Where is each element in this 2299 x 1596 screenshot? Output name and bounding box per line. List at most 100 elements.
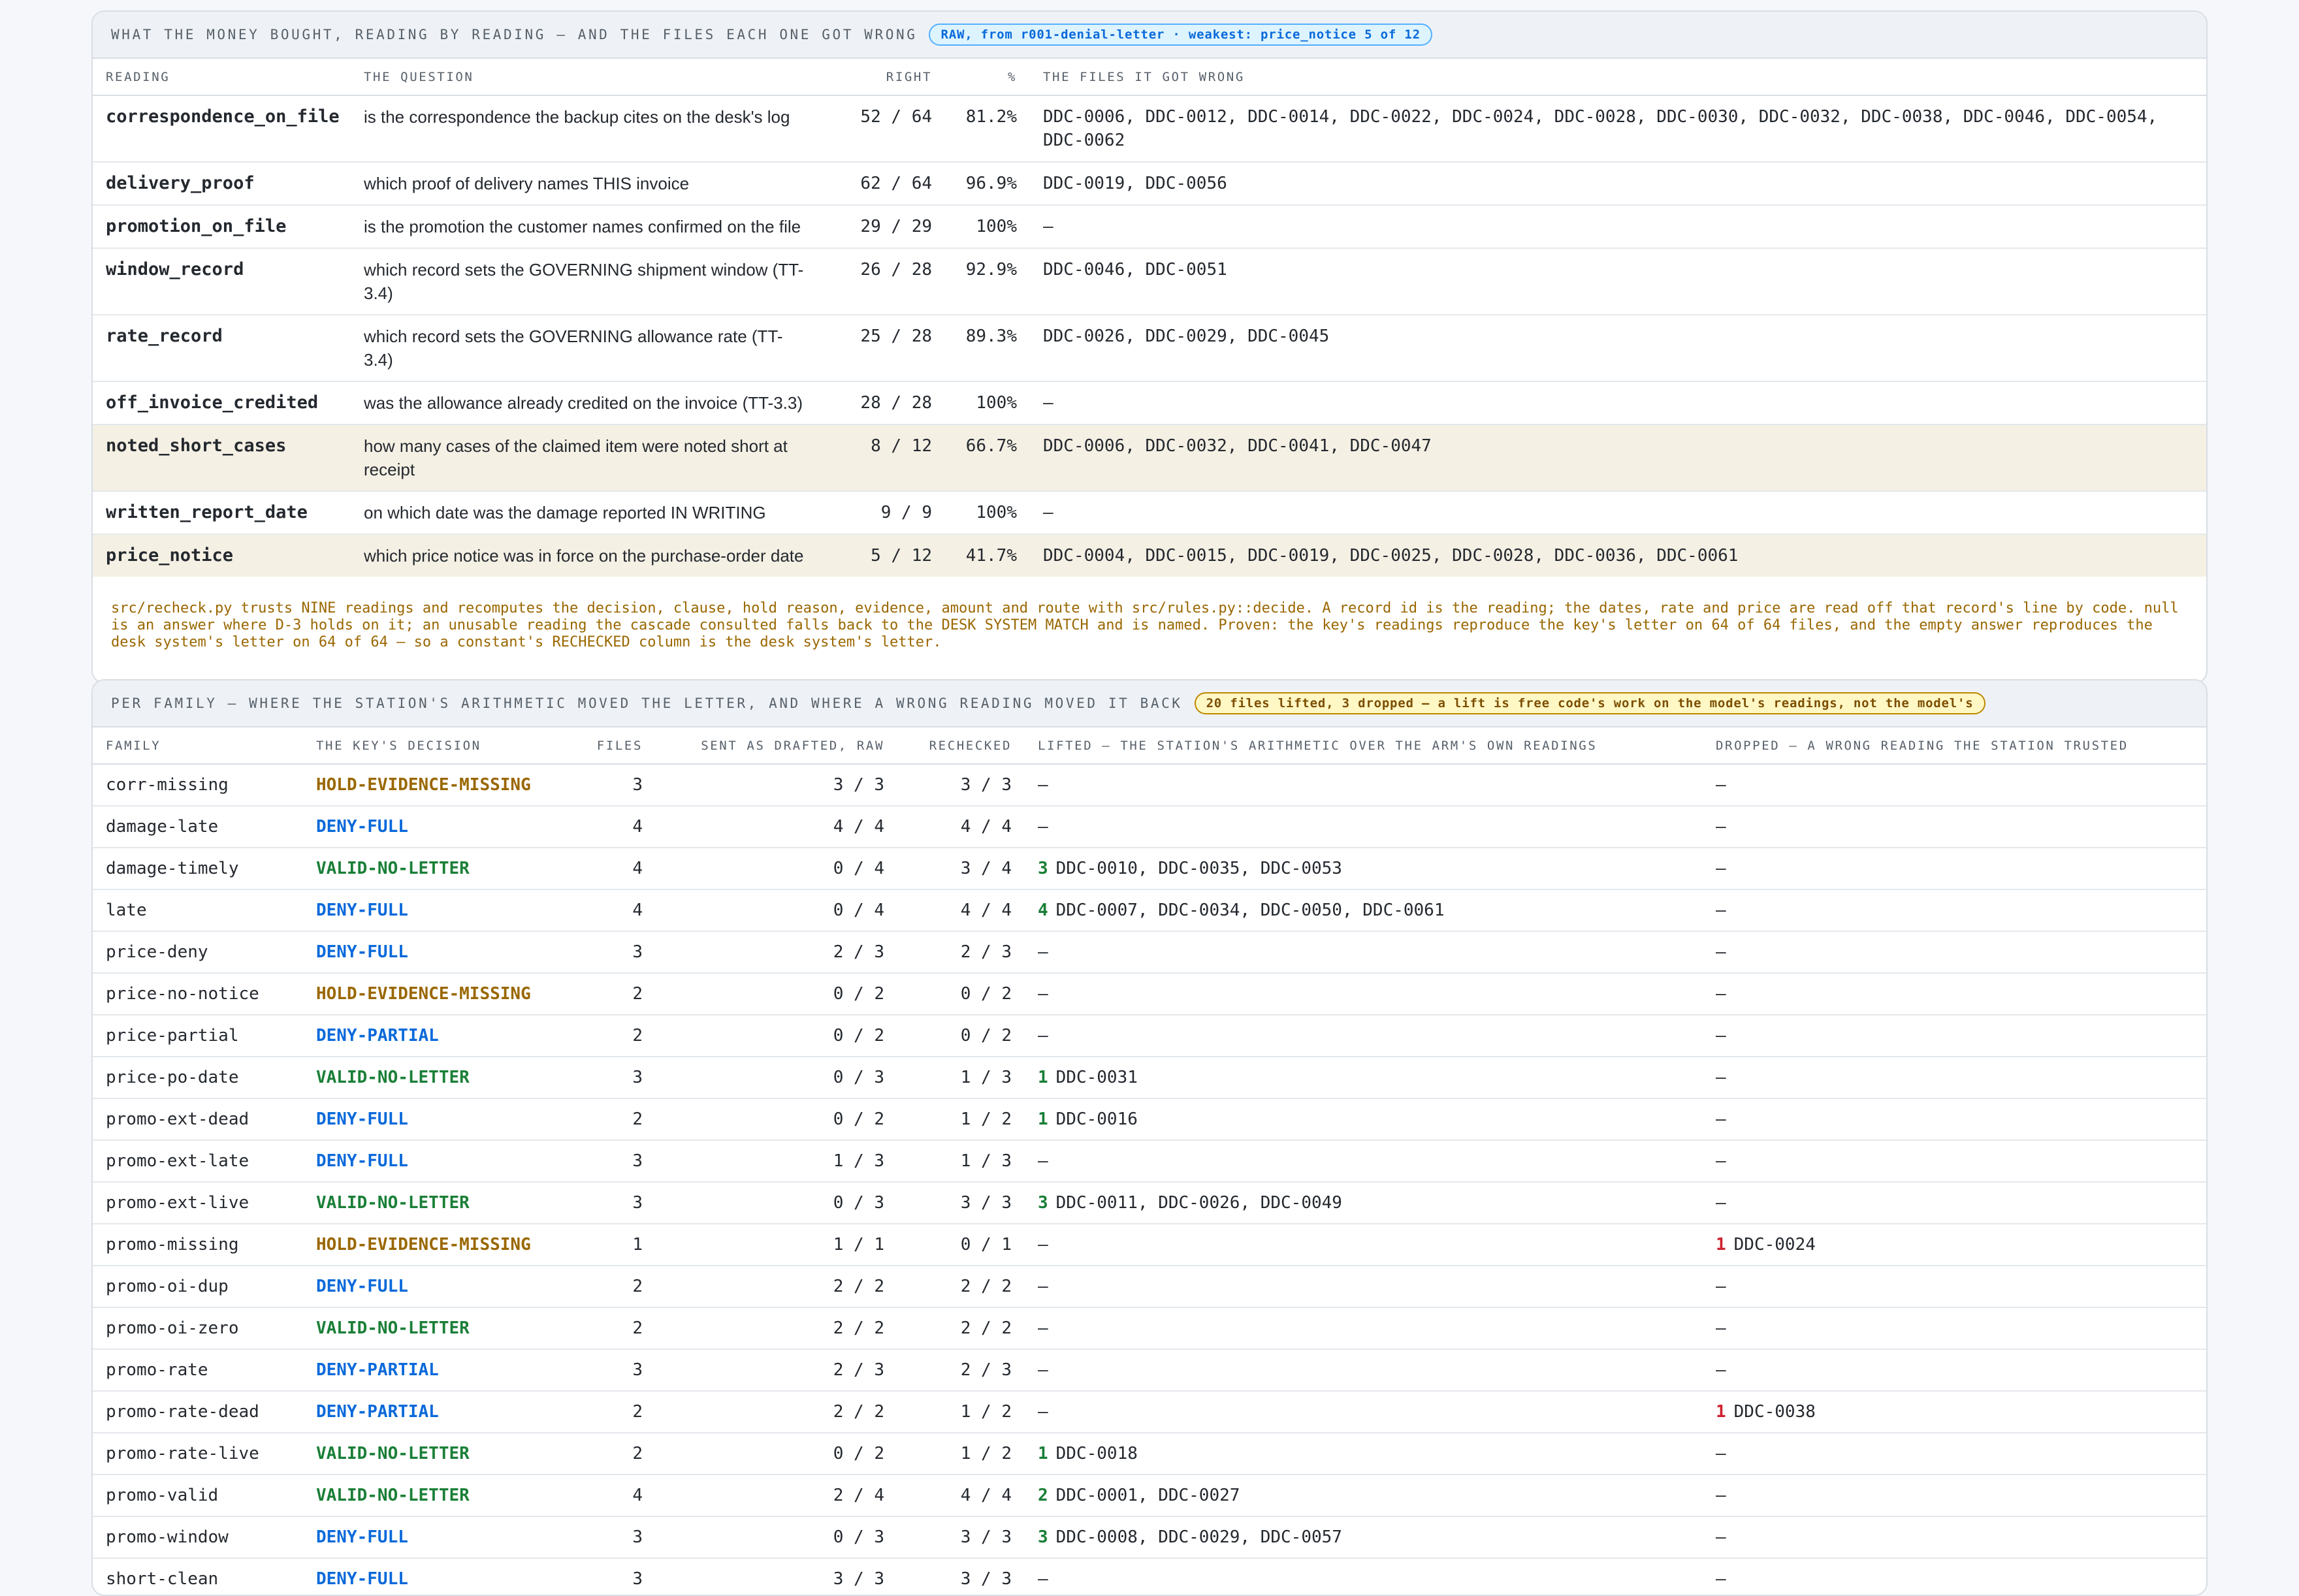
reading-percent: 89.3%	[945, 315, 1030, 382]
dropped-cell: —	[1703, 1433, 2206, 1475]
key-decision: VALID-NO-LETTER	[303, 1307, 564, 1350]
dropped-files: —	[1716, 942, 1726, 962]
family-row: late DENY-FULL 4 0 / 44 / 4 4 DDC-0007, DDC-0…	[93, 889, 2206, 932]
family-header-row: FAMILY THE KEY'S DECISION FILES SENT AS …	[93, 727, 2206, 765]
family-name: short-clean	[93, 1558, 303, 1595]
family-row: promo-rate-dead DENY-PARTIAL 2 2 / 21 / 2 — 1…	[93, 1391, 2206, 1433]
dropped-files: —	[1716, 817, 1726, 837]
family-row: promo-oi-dup DENY-FULL 2 2 / 22 / 2— —	[93, 1266, 2206, 1308]
lifted-files: —	[1038, 1277, 1048, 1296]
dropped-cell: —	[1703, 1057, 2206, 1099]
family-name: promo-ext-live	[93, 1182, 303, 1224]
readings-header-row: READING THE QUESTION RIGHT % THE FILES I…	[93, 59, 2206, 96]
sent-raw: 1 / 1	[656, 1224, 897, 1266]
rechecked: 1 / 3	[897, 1140, 1025, 1183]
dropped-files: DDC-0024	[1733, 1235, 1816, 1254]
lifted-files: DDC-0016	[1055, 1109, 1138, 1129]
lifted-cell: —	[1025, 973, 1703, 1015]
key-decision: VALID-NO-LETTER	[303, 1182, 564, 1224]
dropped-cell: —	[1703, 1140, 2206, 1183]
key-decision: DENY-FULL	[303, 1516, 564, 1559]
reading-files-wrong: DDC-0026, DDC-0029, DDC-0045	[1030, 315, 2206, 382]
lifted-files: DDC-0018	[1055, 1444, 1138, 1463]
dropped-files: —	[1716, 1151, 1726, 1171]
reading-row: promotion_on_file is the promotion the cu…	[93, 205, 2206, 249]
lifted-cell: 1 DDC-0016	[1025, 1098, 1703, 1141]
family-row: promo-rate DENY-PARTIAL 3 2 / 32 / 3— —	[93, 1349, 2206, 1392]
lifted-cell: —	[1025, 1558, 1703, 1595]
lifted-cell: 1 DDC-0031	[1025, 1057, 1703, 1099]
sent-raw: 2 / 2	[656, 1266, 897, 1308]
family-name: promo-missing	[93, 1224, 303, 1266]
lifted-files: —	[1038, 1026, 1048, 1045]
rechecked: 1 / 2	[897, 1433, 1025, 1475]
col-reading: READING	[93, 59, 351, 96]
sent-raw: 0 / 3	[656, 1057, 897, 1099]
lifted-cell: 3 DDC-0011, DDC-0026, DDC-0049	[1025, 1182, 1703, 1224]
family-files: 2	[564, 1098, 656, 1141]
col-question: THE QUESTION	[351, 59, 821, 96]
dropped-files: —	[1716, 1193, 1726, 1213]
sent-raw: 0 / 2	[656, 1433, 897, 1475]
reading-percent: 100%	[945, 205, 1030, 249]
lifted-files: —	[1038, 1402, 1048, 1422]
col-files: FILES	[564, 727, 656, 765]
family-name: promo-valid	[93, 1475, 303, 1517]
col-lifted: LIFTED — THE STATION'S ARITHMETIC OVER T…	[1025, 727, 1703, 765]
reading-files-wrong: DDC-0006, DDC-0012, DDC-0014, DDC-0022, …	[1030, 95, 2206, 163]
family-row: promo-ext-live VALID-NO-LETTER 3 0 / 33 / 3…	[93, 1182, 2206, 1224]
family-row: corr-missing HOLD-EVIDENCE-MISSING 3 3 / 33…	[93, 764, 2206, 806]
family-files: 2	[564, 1307, 656, 1350]
reading-name: off_invoice_credited	[93, 381, 351, 425]
dropped-files: —	[1716, 901, 1726, 920]
key-decision: DENY-FULL	[303, 1098, 564, 1141]
reading-right: 29 / 29	[821, 205, 945, 249]
lifted-count: 4	[1038, 901, 1048, 920]
sent-raw: 2 / 3	[656, 1349, 897, 1392]
reading-files-wrong: —	[1030, 205, 2206, 249]
dropped-files: —	[1716, 1068, 1726, 1087]
family-row: price-po-date VALID-NO-LETTER 3 0 / 31 / 31…	[93, 1057, 2206, 1099]
rechecked: 2 / 3	[897, 931, 1025, 974]
family-files: 4	[564, 1475, 656, 1517]
reading-name: promotion_on_file	[93, 205, 351, 249]
sent-raw: 3 / 3	[656, 764, 897, 806]
col-key-decision: THE KEY'S DECISION	[303, 727, 564, 765]
family-name: late	[93, 889, 303, 932]
key-decision: VALID-NO-LETTER	[303, 1433, 564, 1475]
col-right: RIGHT	[821, 59, 945, 96]
family-files: 1	[564, 1224, 656, 1266]
family-files: 3	[564, 1182, 656, 1224]
dropped-files: DDC-0038	[1733, 1402, 1816, 1422]
lifted-cell: 4 DDC-0007, DDC-0034, DDC-0050, DDC-0061	[1025, 889, 1703, 932]
reading-files-wrong: —	[1030, 381, 2206, 425]
family-row: promo-valid VALID-NO-LETTER 4 2 / 44 / 4 2 DD…	[93, 1475, 2206, 1517]
family-files: 3	[564, 1516, 656, 1559]
dropped-files: —	[1716, 1360, 1726, 1380]
reading-question: which record sets the GOVERNING shipment…	[351, 248, 821, 315]
lifted-cell: —	[1025, 1224, 1703, 1266]
reading-files-wrong: DDC-0004, DDC-0015, DDC-0019, DDC-0025, …	[1030, 534, 2206, 577]
family-files: 2	[564, 1433, 656, 1475]
family-row: promo-window DENY-FULL 3 0 / 33 / 3 3 DDC-000…	[93, 1516, 2206, 1559]
col-files-wrong: THE FILES IT GOT WRONG	[1030, 59, 2206, 96]
dropped-cell: —	[1703, 931, 2206, 974]
rechecked: 0 / 2	[897, 973, 1025, 1015]
lifted-count: 1	[1038, 1109, 1048, 1129]
family-row: price-no-notice HOLD-EVIDENCE-MISSING 2 0 /…	[93, 973, 2206, 1015]
rechecked: 2 / 2	[897, 1307, 1025, 1350]
lifted-cell: 2 DDC-0001, DDC-0027	[1025, 1475, 1703, 1517]
reading-row: correspondence_on_file is the corresponde…	[93, 95, 2206, 163]
lifted-files: —	[1038, 1569, 1048, 1589]
reading-right: 25 / 28	[821, 315, 945, 382]
dropped-files: —	[1716, 1527, 1726, 1547]
reading-percent: 66.7%	[945, 424, 1030, 492]
lifted-files: —	[1038, 1151, 1048, 1171]
family-row: promo-missing HOLD-EVIDENCE-MISSING 1 1 / 1…	[93, 1224, 2206, 1266]
family-name: promo-rate	[93, 1349, 303, 1392]
dropped-cell: —	[1703, 1516, 2206, 1559]
sent-raw: 3 / 3	[656, 1558, 897, 1595]
family-row: damage-timely VALID-NO-LETTER 4 0 / 43 / 43…	[93, 848, 2206, 890]
recheck-note: src/recheck.py trusts NINE readings and …	[111, 600, 2179, 650]
family-name: promo-window	[93, 1516, 303, 1559]
